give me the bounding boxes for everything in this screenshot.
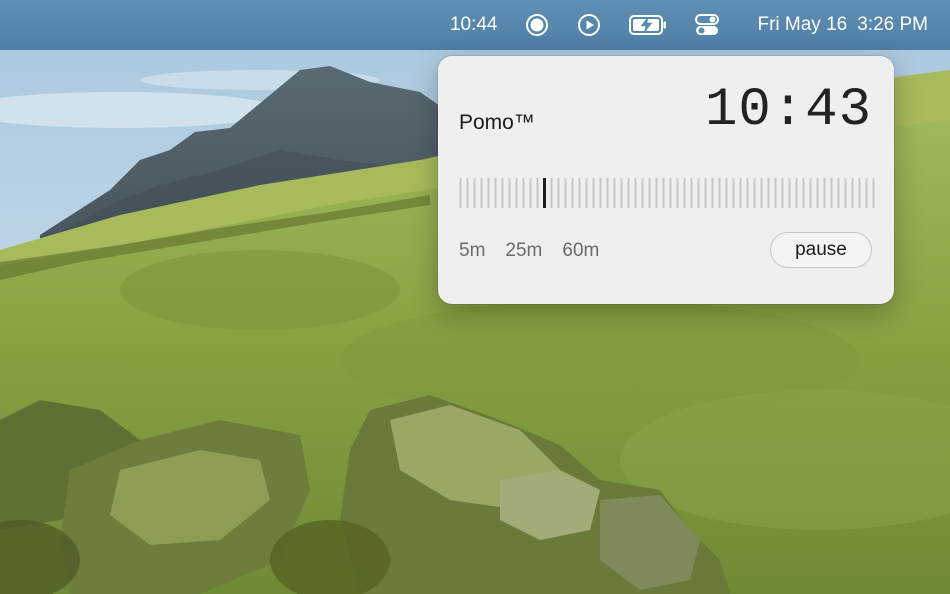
- slider-tick: [774, 178, 777, 208]
- slider-tick: [767, 178, 770, 208]
- slider-tick: [634, 178, 637, 208]
- slider-tick: [830, 178, 833, 208]
- slider-tick: [865, 178, 868, 208]
- slider-tick: [662, 178, 665, 208]
- slider-tick: [655, 178, 658, 208]
- slider-tick: [816, 178, 819, 208]
- countdown-display: 10:43: [704, 80, 872, 141]
- menubar-clock[interactable]: 3:26 PM: [857, 14, 928, 36]
- slider-tick: [823, 178, 826, 208]
- slider-tick: [725, 178, 728, 208]
- slider-tick: [669, 178, 672, 208]
- slider-tick: [641, 178, 644, 208]
- pomo-popover: Pomo™ 10:43 5m 25m 60m pause: [438, 56, 894, 304]
- preset-5m-button[interactable]: 5m: [459, 240, 485, 262]
- slider-tick: [697, 178, 700, 208]
- slider-handle[interactable]: [543, 178, 546, 208]
- menu-bar: 10:44 Fri May 16 3:26 PM: [0, 0, 950, 50]
- popover-title: Pomo™: [459, 111, 535, 134]
- slider-tick: [676, 178, 679, 208]
- slider-tick: [718, 178, 721, 208]
- preset-25m-button[interactable]: 25m: [505, 240, 542, 262]
- slider-tick: [690, 178, 693, 208]
- preset-60m-button[interactable]: 60m: [562, 240, 599, 262]
- slider-tick: [529, 178, 532, 208]
- slider-tick: [620, 178, 623, 208]
- slider-tick: [746, 178, 749, 208]
- preset-list: 5m 25m 60m: [459, 240, 599, 262]
- control-center-icon[interactable]: [695, 14, 720, 36]
- slider-tick: [648, 178, 651, 208]
- slider-tick: [606, 178, 609, 208]
- slider-tick: [515, 178, 518, 208]
- slider-tick: [522, 178, 525, 208]
- slider-tick: [683, 178, 686, 208]
- menubar-pomo-timer[interactable]: 10:44: [450, 14, 498, 36]
- slider-tick: [732, 178, 735, 208]
- slider-tick: [459, 178, 462, 208]
- slider-tick: [564, 178, 567, 208]
- slider-tick: [858, 178, 861, 208]
- slider-tick: [844, 178, 847, 208]
- slider-tick: [487, 178, 490, 208]
- slider-tick: [578, 178, 581, 208]
- slider-tick: [753, 178, 756, 208]
- slider-tick: [711, 178, 714, 208]
- slider-tick: [592, 178, 595, 208]
- slider-tick: [508, 178, 511, 208]
- battery-charging-icon[interactable]: [629, 14, 667, 36]
- slider-tick: [571, 178, 574, 208]
- slider-tick: [613, 178, 616, 208]
- record-circle-icon[interactable]: [525, 13, 549, 37]
- slider-tick: [466, 178, 469, 208]
- slider-tick: [809, 178, 812, 208]
- slider-tick: [550, 178, 553, 208]
- slider-tick: [781, 178, 784, 208]
- slider-tick: [872, 178, 875, 208]
- slider-tick: [837, 178, 840, 208]
- slider-tick: [536, 178, 539, 208]
- pause-button[interactable]: pause: [770, 232, 872, 268]
- slider-tick: [760, 178, 763, 208]
- slider-tick: [585, 178, 588, 208]
- slider-tick: [627, 178, 630, 208]
- play-circle-icon[interactable]: [577, 13, 601, 37]
- slider-tick: [802, 178, 805, 208]
- slider-tick: [473, 178, 476, 208]
- slider-tick: [599, 178, 602, 208]
- slider-tick: [557, 178, 560, 208]
- slider-tick: [788, 178, 791, 208]
- slider-tick: [739, 178, 742, 208]
- slider-tick: [480, 178, 483, 208]
- slider-tick: [795, 178, 798, 208]
- duration-slider[interactable]: [457, 178, 877, 208]
- menubar-date[interactable]: Fri May 16: [757, 14, 847, 36]
- slider-tick: [851, 178, 854, 208]
- slider-tick: [494, 178, 497, 208]
- slider-tick: [704, 178, 707, 208]
- slider-tick: [501, 178, 504, 208]
